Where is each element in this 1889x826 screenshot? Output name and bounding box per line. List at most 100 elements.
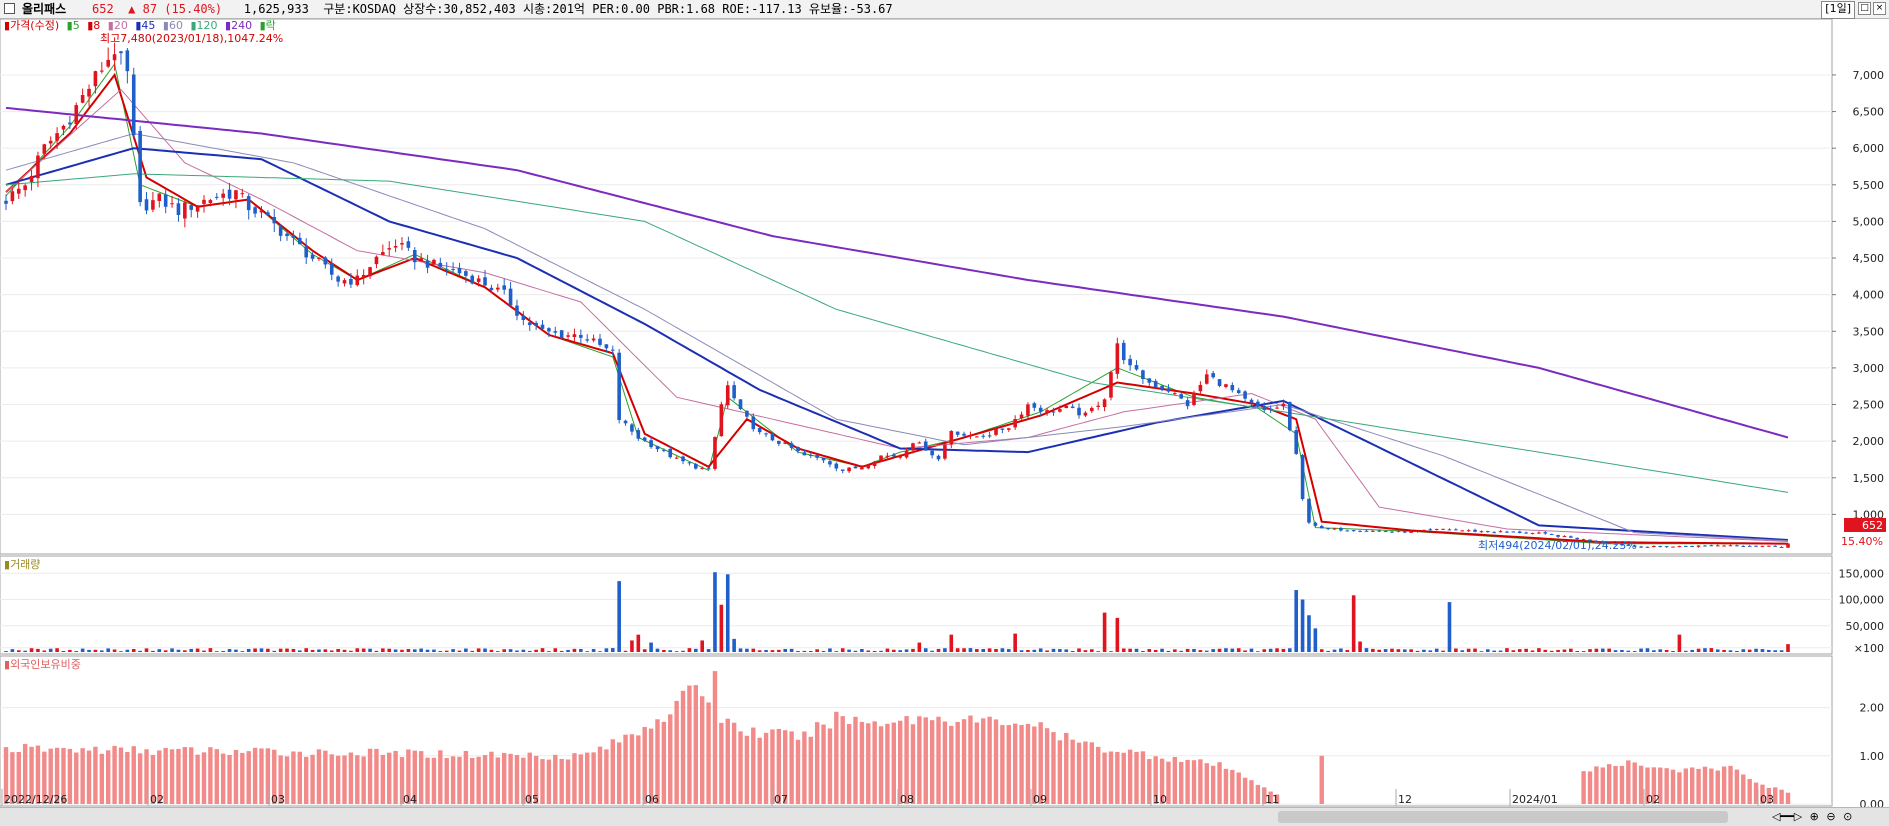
candle-body: [751, 416, 756, 430]
volume-bar: [1032, 649, 1037, 652]
foreign-panel: 0.00 1.00 2.00 ▮외국인보유비중: [0, 655, 1885, 807]
volume-bar: [48, 648, 53, 652]
price-tick-label: 5,500: [1853, 179, 1885, 192]
scroll-thumb[interactable]: [1278, 811, 1728, 823]
foreign-bar: [623, 734, 628, 804]
horizontal-scrollbar[interactable]: ◁━━▷ ⊕ ⊖ ⊙: [0, 807, 1889, 826]
foreign-bar: [99, 753, 105, 804]
foreign-bar: [514, 755, 520, 804]
volume-bar: [1083, 650, 1088, 652]
checkbox-icon[interactable]: [4, 3, 15, 14]
x-tick-label: 2022/12/26: [4, 793, 67, 806]
volume-bar: [923, 648, 928, 652]
period-selector[interactable]: [1일]: [1821, 1, 1855, 19]
volume-bar: [553, 648, 558, 652]
volume-bar: [1441, 650, 1445, 652]
candle-body: [757, 428, 762, 433]
zoom-reset-icon[interactable]: ⊙: [1843, 809, 1852, 825]
foreign-bar: [1038, 722, 1043, 804]
foreign-bar: [1000, 725, 1005, 804]
volume-bar: [1326, 650, 1330, 652]
x-tick-label: 11: [1265, 793, 1279, 806]
volume-bar: [144, 648, 149, 652]
volume-bar: [1090, 649, 1094, 652]
candle-body: [674, 457, 679, 459]
volume-bar: [987, 648, 992, 652]
foreign-bar: [303, 756, 309, 804]
foreign-bar: [1127, 749, 1133, 804]
candle-body: [1677, 546, 1682, 548]
candle-body: [1377, 530, 1382, 532]
foreign-bar: [1785, 792, 1791, 804]
candle-body: [1671, 546, 1675, 548]
foreign-bar: [738, 731, 743, 804]
volume-bar: [125, 649, 130, 652]
candle-body: [419, 258, 423, 261]
candle-body: [866, 465, 871, 469]
foreign-bar: [1734, 769, 1740, 804]
zoom-slider-icon[interactable]: ◁━━▷: [1772, 809, 1802, 825]
candle-body: [1045, 410, 1049, 413]
candle-body: [1032, 403, 1037, 408]
foreign-bar: [176, 748, 181, 804]
foreign-bar: [1594, 766, 1599, 804]
volume-bar: [777, 649, 781, 652]
candle-body: [387, 248, 392, 250]
volume-bar: [1026, 649, 1030, 652]
foreign-tick-label: 0.00: [1860, 798, 1885, 807]
volume-bar: [911, 648, 915, 652]
stock-name: 올리패스: [22, 2, 67, 16]
legend-ma20: 20: [114, 19, 128, 32]
foreign-bar: [1230, 769, 1235, 804]
volume-bar: [1556, 649, 1560, 652]
volume-bar: [1077, 648, 1081, 652]
foreign-bar: [1019, 725, 1024, 804]
volume-bar: [527, 650, 532, 652]
candle-body: [106, 59, 110, 67]
volume-bar: [106, 648, 110, 652]
foreign-bar: [393, 750, 398, 804]
candle-body: [432, 259, 436, 265]
zoom-in-icon[interactable]: ⊕: [1810, 809, 1819, 825]
volume-bar: [412, 649, 417, 652]
foreign-bar: [706, 702, 711, 804]
candle-body: [1179, 394, 1184, 399]
legend-ma5: 5: [73, 19, 80, 32]
candle-body: [55, 133, 59, 141]
foreign-bar: [1587, 771, 1593, 804]
volume-bar: [259, 648, 264, 652]
volume-bar: [949, 634, 954, 652]
close-icon[interactable]: ×: [1873, 2, 1886, 15]
foreign-bar: [757, 737, 762, 804]
foreign-bar: [501, 752, 507, 804]
volume-bar: [1703, 648, 1707, 652]
volume-bar: [1166, 650, 1171, 652]
volume-bar: [157, 649, 162, 652]
candle-body: [898, 456, 902, 458]
foreign-bar: [1140, 751, 1146, 804]
volume-bar: [975, 649, 979, 652]
volume-bar: [1409, 649, 1413, 652]
volume-bar: [298, 650, 302, 652]
candle-body: [355, 275, 360, 286]
foreign-bar: [725, 718, 730, 804]
candle-body: [1741, 545, 1746, 547]
candle-body: [304, 246, 308, 258]
candle-body: [1006, 428, 1011, 430]
volume-bar: [483, 648, 487, 652]
volume-bar: [1160, 648, 1164, 652]
foreign-bar: [1632, 762, 1637, 804]
foreign-bar: [655, 719, 660, 804]
volume-bar: [470, 650, 475, 652]
volume-bar: [457, 650, 462, 652]
foreign-bar: [751, 727, 756, 804]
candle-body: [317, 258, 321, 260]
candle-body: [1345, 530, 1350, 532]
maximize-icon[interactable]: □: [1858, 2, 1871, 15]
zoom-out-icon[interactable]: ⊖: [1826, 809, 1835, 825]
volume-bar: [1671, 651, 1675, 652]
volume-bar: [1754, 648, 1758, 652]
volume-bar: [1198, 650, 1203, 652]
candle-body: [1517, 531, 1522, 534]
candle-body: [764, 433, 768, 435]
